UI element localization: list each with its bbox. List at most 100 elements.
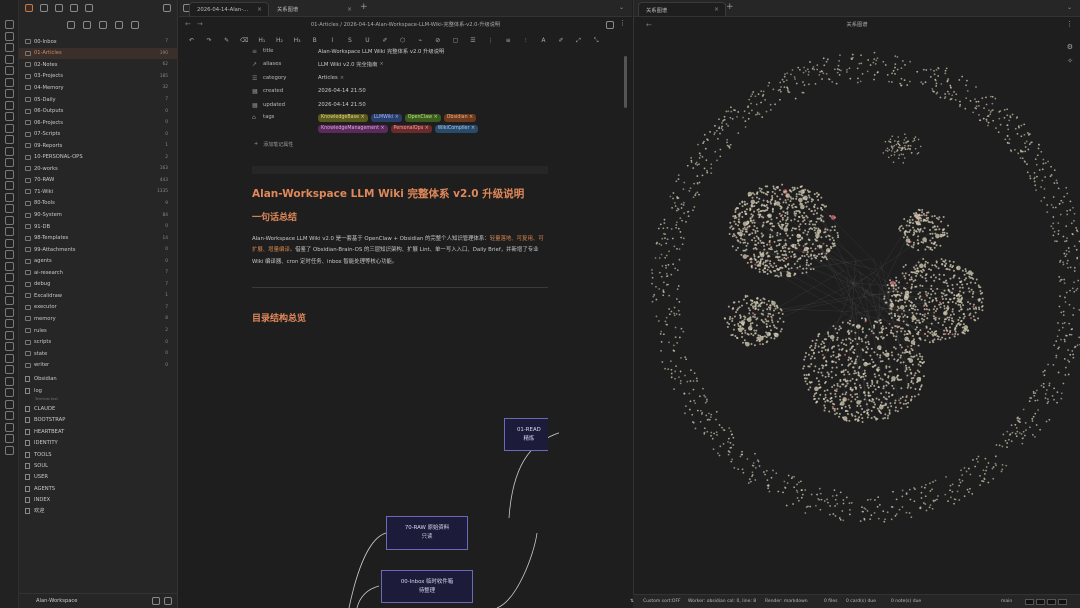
vault-switcher[interactable]: Alan-Workspace: [19, 593, 178, 608]
clock-icon[interactable]: [70, 4, 78, 12]
folder-item[interactable]: scripts 0: [19, 336, 178, 348]
close-icon[interactable]: ×: [257, 6, 262, 13]
new-tab-icon[interactable]: +: [360, 2, 368, 12]
reading-view-icon[interactable]: [606, 21, 614, 29]
toolbar-button[interactable]: I: [328, 37, 337, 44]
tab-article[interactable]: 2026-04-14-Alan-... ×: [189, 2, 269, 16]
file-item[interactable]: TOOLS: [19, 449, 178, 461]
code-icon[interactable]: [5, 227, 14, 236]
folder-item[interactable]: 03-Projects 185: [19, 71, 178, 83]
toolbar-button[interactable]: H₂: [275, 37, 284, 44]
image-icon[interactable]: [5, 273, 14, 282]
folder-item[interactable]: memory 8: [19, 313, 178, 325]
home-icon[interactable]: [5, 20, 14, 29]
git-branch[interactable]: main: [1001, 599, 1012, 604]
file-item[interactable]: HEARTBEAT: [19, 426, 178, 438]
layout-icon[interactable]: [85, 4, 93, 12]
database-icon[interactable]: [5, 146, 14, 156]
toolbar-button[interactable]: ✐: [556, 37, 565, 44]
folder-item[interactable]: state 0: [19, 348, 178, 360]
sync-icon[interactable]: ⇅: [630, 599, 634, 604]
terminal-icon[interactable]: [5, 112, 14, 121]
folder-item[interactable]: 10-PERSONAL-OPS 2: [19, 152, 178, 164]
file-item[interactable]: AGENTS: [19, 483, 178, 495]
folder-item[interactable]: Excalidraw 1: [19, 290, 178, 302]
cube-icon[interactable]: [5, 284, 14, 294]
settings-icon[interactable]: [164, 597, 172, 605]
folder-item[interactable]: 98-Templates 14: [19, 232, 178, 244]
tag-icon[interactable]: [5, 169, 14, 179]
graph-icon[interactable]: [5, 66, 14, 75]
toolbar-button[interactable]: ≡: [504, 37, 513, 44]
property-title[interactable]: ≡ title Alan-Workspace LLM Wiki 完整体系 v2.0 …: [252, 45, 444, 57]
property-category[interactable]: ☰ category Articles ×: [252, 72, 344, 84]
property-aliases[interactable]: ↗ aliases LLM Wiki v2.0 完全指南 ×: [252, 58, 384, 70]
folder-item[interactable]: writer 0: [19, 359, 178, 371]
tag-pill[interactable]: LLMWiki ×: [370, 114, 402, 122]
close-icon[interactable]: [131, 21, 139, 29]
folder-item[interactable]: 80-Tools 9: [19, 198, 178, 210]
file-item[interactable]: SOUL: [19, 460, 178, 472]
bell-icon[interactable]: [5, 307, 14, 317]
toolbar-button[interactable]: ⌁: [416, 37, 425, 44]
toolbar-button[interactable]: ⊘: [433, 37, 442, 44]
search-icon[interactable]: [40, 4, 48, 12]
toolbar-button[interactable]: ✐: [381, 37, 390, 44]
tag-pill[interactable]: Obsidian ×: [443, 114, 477, 122]
toolbar-button[interactable]: ⬡: [398, 37, 407, 44]
folder-item[interactable]: ai-research 7: [19, 267, 178, 279]
toolbar-button[interactable]: H₃: [293, 37, 302, 44]
toolbar-button[interactable]: ✎: [222, 37, 231, 44]
toolbar-button[interactable]: ⫶: [521, 37, 530, 45]
folder-item[interactable]: 70-RAW 443: [19, 175, 178, 187]
property-updated[interactable]: ▦ updated 2026-04-14 21:50: [252, 99, 366, 111]
calendar-icon[interactable]: [5, 43, 14, 52]
home-icon[interactable]: [5, 388, 14, 397]
archive-icon[interactable]: [5, 158, 14, 167]
custom-sort-status[interactable]: Custom sort:OFF: [643, 599, 681, 604]
clock-icon[interactable]: [5, 181, 14, 190]
folder-item[interactable]: 99-Attachments 0: [19, 244, 178, 256]
more-options-icon[interactable]: ⋮: [619, 19, 626, 27]
toolbar-button[interactable]: ☰: [469, 37, 478, 44]
property-created[interactable]: ▦ created 2026-04-14 21:50: [252, 85, 366, 97]
toolbar-button[interactable]: ⤡: [592, 37, 601, 45]
shield-icon[interactable]: [5, 250, 14, 259]
chevron-down-icon[interactable]: ⌄: [619, 4, 624, 11]
copy-icon[interactable]: [5, 123, 14, 133]
folder-item[interactable]: 20-works 163: [19, 163, 178, 175]
branch-icon[interactable]: [5, 445, 14, 455]
folder-item[interactable]: 06-Projects 0: [19, 117, 178, 129]
user-icon[interactable]: [5, 192, 14, 202]
folder-item[interactable]: 01-Articles 190: [19, 47, 178, 60]
collapse-sidebar-icon[interactable]: [163, 4, 171, 12]
file-item[interactable]: BOOTSTRAP: [19, 414, 178, 426]
toolbar-button[interactable]: ↷: [205, 37, 214, 44]
file-item[interactable]: IDENTITY: [19, 437, 178, 449]
link-icon[interactable]: [5, 204, 14, 213]
file-icon[interactable]: [5, 342, 14, 351]
toolbar-button[interactable]: ↶: [187, 37, 196, 44]
toolbar-button[interactable]: A: [539, 37, 548, 44]
settings-icon[interactable]: [5, 376, 14, 386]
editor-scrollbar[interactable]: [624, 56, 627, 108]
folder-item[interactable]: agents 0: [19, 255, 178, 267]
file-item[interactable]: 欢迎: [19, 505, 178, 517]
book-icon[interactable]: [5, 422, 14, 432]
close-icon[interactable]: ×: [347, 6, 352, 13]
box-icon[interactable]: [5, 330, 14, 340]
folder-item[interactable]: executor 7: [19, 302, 178, 314]
tag-pill[interactable]: KnowledgeBase ×: [318, 114, 368, 122]
file-item[interactable]: Obsidian: [19, 373, 178, 385]
toolbar-button[interactable]: ⋮: [486, 37, 495, 44]
folder-item[interactable]: 02-Notes 62: [19, 59, 178, 71]
property-tags[interactable]: ⌂ tags KnowledgeBase × LLMWiki × OpenClaw ×…: [252, 112, 498, 136]
folder-item[interactable]: debug 7: [19, 279, 178, 291]
folder-item[interactable]: 91-DB 0: [19, 221, 178, 233]
file-item[interactable]: CLAUDE: [19, 403, 178, 415]
folder-item[interactable]: 90-System 84: [19, 209, 178, 221]
folder-item[interactable]: rules 2: [19, 325, 178, 337]
book-icon[interactable]: [5, 54, 14, 64]
chat-icon[interactable]: [5, 365, 14, 374]
folder-item[interactable]: 00-Inbox 7: [19, 36, 178, 48]
